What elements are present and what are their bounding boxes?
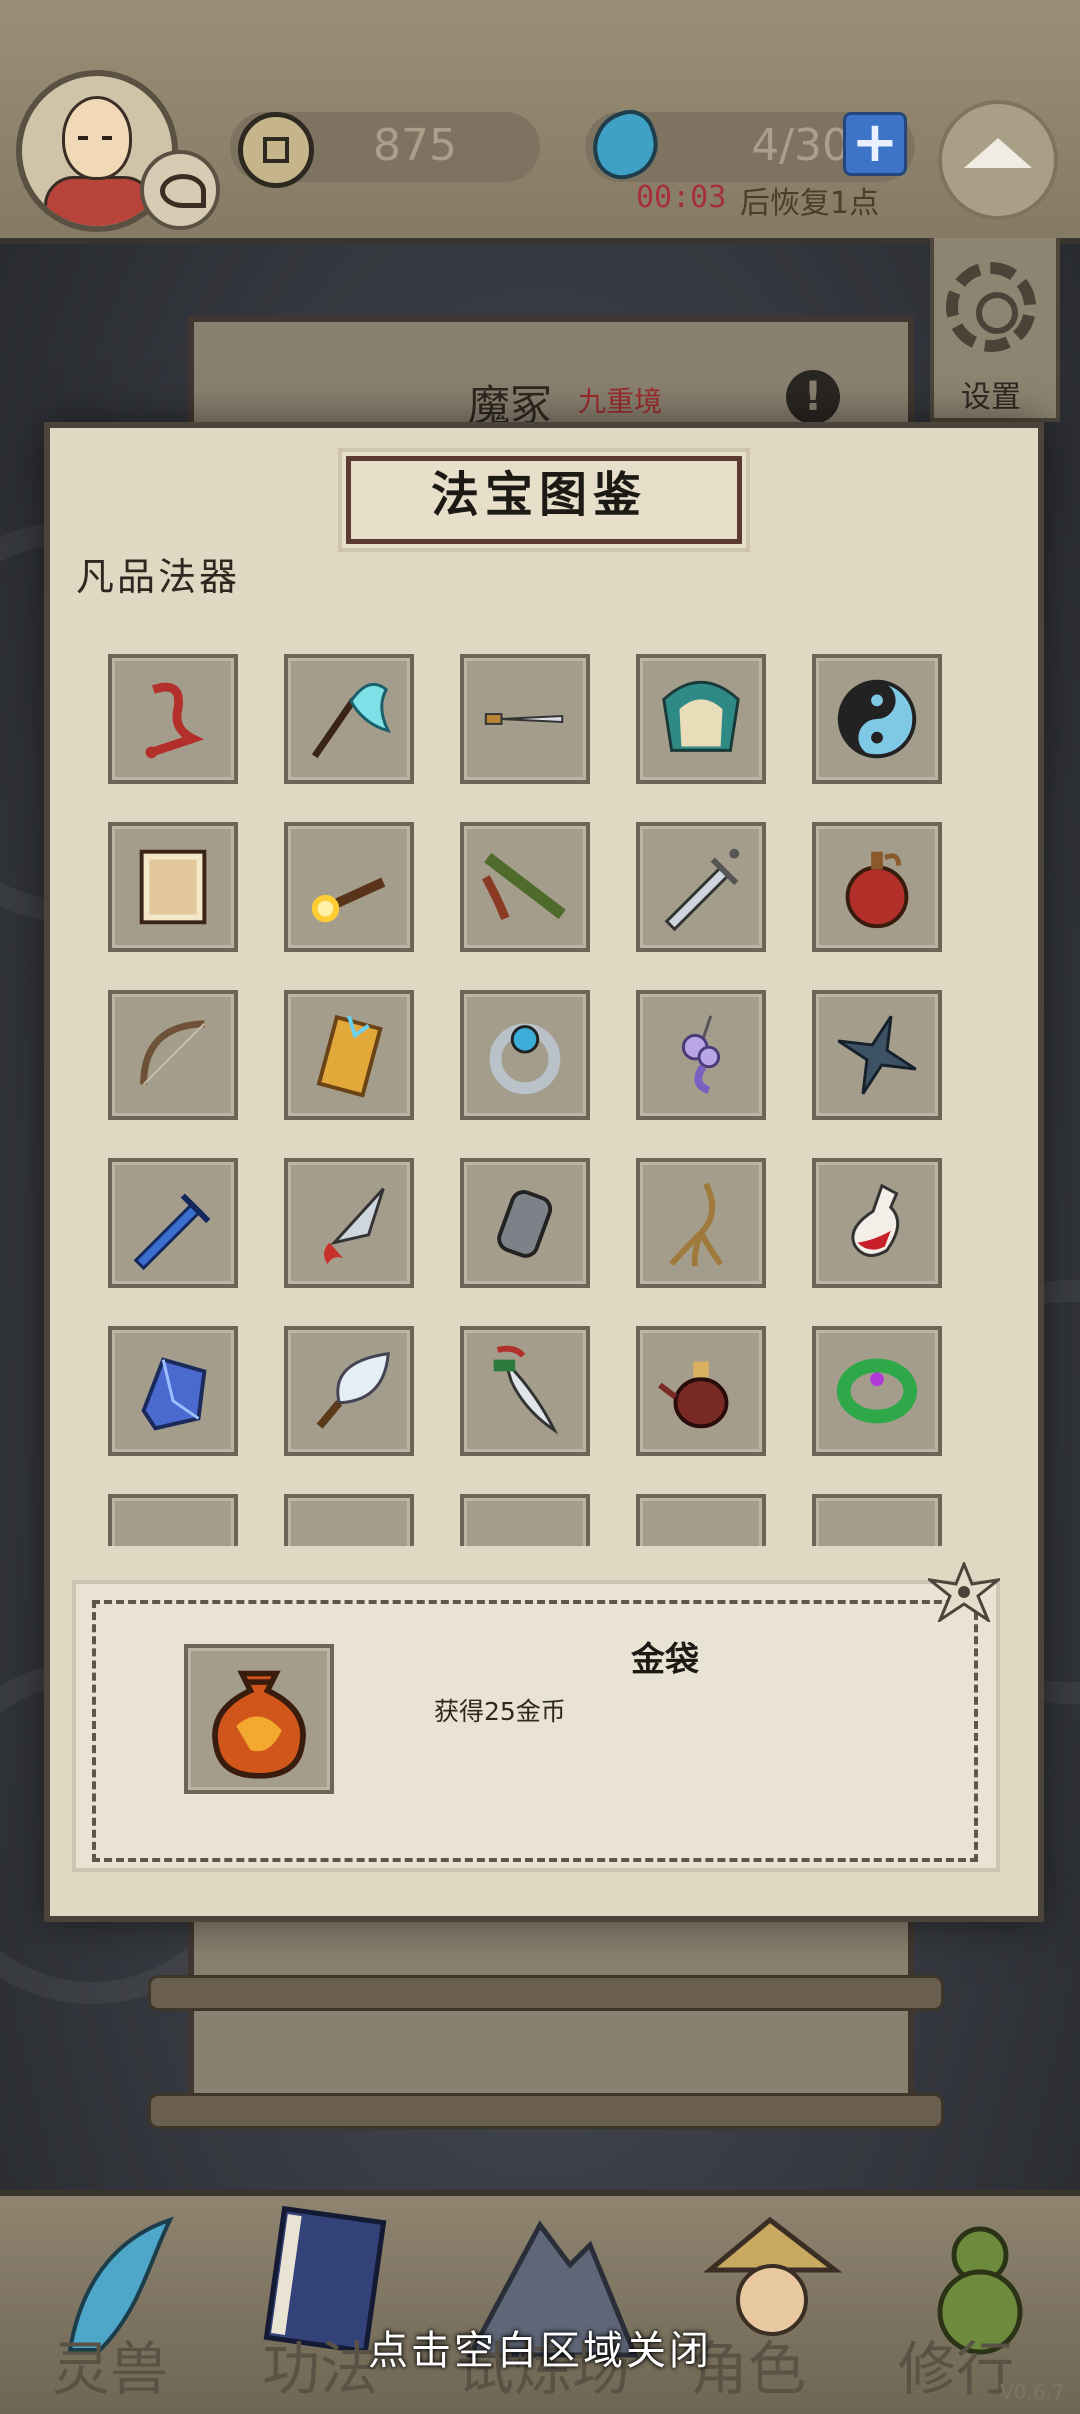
wine-pot-icon: [652, 1342, 750, 1440]
fire-torch-icon: [300, 838, 398, 936]
gold-money-bag-icon: [212, 1670, 306, 1779]
item-slot[interactable]: [812, 990, 942, 1120]
item-slot[interactable]: [812, 1326, 942, 1456]
folding-fan-icon: [652, 670, 750, 768]
money-bag-icon: [828, 1510, 926, 1546]
item-slot[interactable]: [284, 1326, 414, 1456]
item-slot[interactable]: [284, 654, 414, 784]
scroll-paper-icon: [124, 838, 222, 936]
item-slot[interactable]: [460, 654, 590, 784]
item-slot[interactable]: [108, 1158, 238, 1288]
item-slot[interactable]: [636, 990, 766, 1120]
item-description: 获得25金币: [434, 1697, 566, 1726]
collapse-button[interactable]: [938, 100, 1058, 220]
cloud-pendant-icon: [652, 1006, 750, 1104]
coin-icon: [238, 112, 314, 188]
red-rope-icon: [124, 670, 222, 768]
realm-level: 九重境: [578, 385, 663, 418]
brown-pot-icon: [124, 1510, 222, 1546]
item-slot[interactable]: [636, 1326, 766, 1456]
realm-info-button[interactable]: !: [786, 370, 840, 424]
cloud-badge-icon: [140, 150, 220, 230]
item-slot[interactable]: [812, 1158, 942, 1288]
item-slot[interactable]: [812, 822, 942, 952]
shuriken-icon: [828, 1006, 926, 1104]
blue-gem-ring-icon: [476, 1006, 574, 1104]
gauntlet-icon: [476, 1174, 574, 1272]
talisman-icon: [300, 1006, 398, 1104]
steel-sword-icon: [652, 838, 750, 936]
category-label: 凡品法器: [76, 555, 241, 599]
feather-fan-icon: [300, 1342, 398, 1440]
bow-icon: [124, 1006, 222, 1104]
item-slot[interactable]: [284, 822, 414, 952]
blue-sword-icon: [124, 1174, 222, 1272]
item-slot[interactable]: [284, 1494, 414, 1546]
item-slot[interactable]: [460, 1158, 590, 1288]
item-slot[interactable]: [636, 1494, 766, 1546]
scroll-rod: [148, 2093, 944, 2129]
scroll-rod: [148, 1975, 944, 2011]
gear-icon: [946, 262, 1036, 352]
item-slot[interactable]: [108, 822, 238, 952]
item-slot[interactable]: [108, 1494, 238, 1546]
item-name: 金袋: [631, 1640, 699, 1680]
item-slot[interactable]: [636, 654, 766, 784]
close-hint: 点击空白区域关闭: [368, 2328, 712, 2374]
recover-text: 后恢复1点: [740, 186, 880, 221]
curved-blade-icon: [476, 1342, 574, 1440]
orange-horn-icon: [652, 1510, 750, 1546]
add-stamina-button[interactable]: +: [843, 112, 907, 176]
item-slot[interactable]: [812, 1494, 942, 1546]
yin-yang-icon: [828, 670, 926, 768]
item-slot[interactable]: [460, 822, 590, 952]
item-slot[interactable]: [284, 1158, 414, 1288]
coin-value: 875: [373, 120, 457, 171]
jade-bracelet-icon: [828, 1342, 926, 1440]
item-slot[interactable]: [636, 822, 766, 952]
red-tassel-knife-icon: [300, 1174, 398, 1272]
bamboo-flute-icon: [476, 838, 574, 936]
item-grid[interactable]: [96, 648, 976, 1546]
stamina-value: 4/30: [751, 120, 850, 171]
potion-bottle-icon: [828, 1174, 926, 1272]
item-slot[interactable]: [460, 990, 590, 1120]
item-slot[interactable]: [108, 990, 238, 1120]
version-label: V0.6.7: [1000, 2380, 1065, 2404]
red-gourd-icon: [828, 838, 926, 936]
cyan-feather-whisk-icon: [300, 670, 398, 768]
item-slot[interactable]: [460, 1494, 590, 1546]
dagger-icon: [476, 670, 574, 768]
item-slot[interactable]: [108, 654, 238, 784]
item-slot[interactable]: [636, 1158, 766, 1288]
blue-crystal-icon: [124, 1342, 222, 1440]
item-slot[interactable]: [460, 1326, 590, 1456]
item-slot[interactable]: [108, 1326, 238, 1456]
detail-item-slot: [184, 1644, 334, 1794]
settings-label: 设置: [961, 380, 1021, 415]
ginseng-icon: [652, 1174, 750, 1272]
vase-icon: [300, 1510, 398, 1546]
item-slot[interactable]: [284, 990, 414, 1120]
item-slot[interactable]: [812, 654, 942, 784]
shuriken-close-icon[interactable]: [928, 1562, 1000, 1622]
dialog-title: 法宝图鉴: [430, 467, 647, 523]
recover-timer: 00:03: [636, 180, 727, 215]
blue-item-icon: [476, 1510, 574, 1546]
